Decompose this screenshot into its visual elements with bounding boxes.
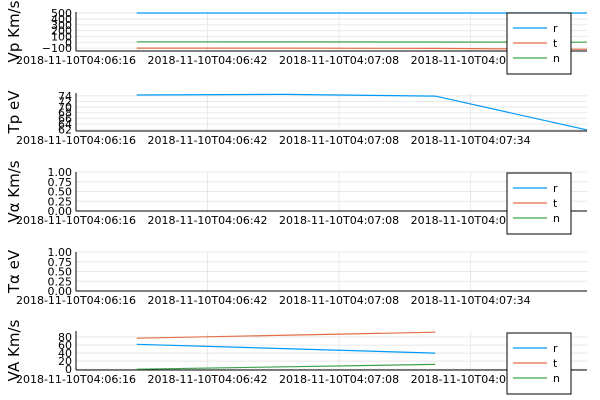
y-axis-title: Vp Km/s: [5, 0, 23, 62]
series-line-n: [136, 363, 436, 370]
legend: rtn: [506, 12, 572, 75]
y-tick-label: 80: [58, 331, 72, 344]
x-tick-label: 2018-11-10T04:06:16: [16, 373, 136, 386]
y-axis-title: Tp eV: [5, 90, 23, 135]
x-tick-label: 2018-11-10T04:06:16: [16, 54, 136, 67]
y-tick-label: 1.00: [48, 246, 73, 259]
legend-label-n: n: [553, 212, 560, 225]
y-axis-title: Tα eV: [5, 249, 23, 294]
x-tick-label: 2018-11-10T04:06:42: [148, 134, 268, 147]
y-tick-label: 500: [51, 7, 72, 20]
series-line-series-1: [136, 93, 588, 131]
y-axis-title: VA Km/s: [5, 319, 23, 381]
panel-4: 0.000.250.500.751.002018-11-10T04:06:16 2…: [5, 246, 587, 307]
x-tick-label: 2018-11-10T04:06:16: [16, 214, 136, 227]
legend-label-r: r: [553, 182, 558, 195]
series-line-r: [136, 343, 436, 354]
y-tick-label: 1.00: [48, 166, 73, 179]
multi-panel-time-series-figure: −10001002003004005002018-11-10T04:06:16 2…: [5, 0, 588, 395]
x-tick-label: 2018-11-10T04:06:16: [16, 294, 136, 307]
legend-label-n: n: [553, 52, 560, 65]
x-tick-label: 2018-11-10T04:07:08: [279, 294, 399, 307]
x-tick-label: 2018-11-10T04:06:42: [148, 54, 268, 67]
legend-label-t: t: [553, 357, 558, 370]
y-axis-title: Vα Km/s: [5, 160, 23, 222]
panel-3: 0.000.250.500.751.002018-11-10T04:06:16 2…: [5, 160, 587, 235]
x-tick-label: 2018-11-10T04:07:08: [279, 214, 399, 227]
legend-label-t: t: [553, 37, 558, 50]
x-tick-label: 2018-11-10T04:06:42: [148, 294, 268, 307]
grid: [75, 251, 587, 292]
x-tick-label: 2018-11-10T04:06:16: [16, 134, 136, 147]
legend-label-n: n: [553, 372, 560, 385]
y-tick-label: 74: [58, 90, 72, 103]
panel-1: −10001002003004005002018-11-10T04:06:16 2…: [5, 0, 588, 75]
legend-label-t: t: [553, 197, 558, 210]
legend: rtn: [506, 172, 572, 235]
x-tick-label: 2018-11-10T04:06:42: [148, 373, 268, 386]
grid: [75, 93, 587, 131]
x-tick-label: 2018-11-10T04:07:08: [279, 134, 399, 147]
panel-5: 0204060802018-11-10T04:06:16 2018-11-10T0…: [5, 319, 587, 395]
x-tick-label: 2018-11-10T04:07:08: [279, 54, 399, 67]
legend-label-r: r: [553, 22, 558, 35]
legend: rtn: [506, 332, 572, 395]
legend-label-r: r: [553, 342, 558, 355]
x-tick-label: 2018-11-10T04:07:34: [411, 134, 531, 147]
x-tick-label: 2018-11-10T04:07:34: [411, 294, 531, 307]
x-tick-label: 2018-11-10T04:06:42: [148, 214, 268, 227]
x-tick-label: 2018-11-10T04:07:08: [279, 373, 399, 386]
panel-2: 626466687072742018-11-10T04:06:16 2018-11…: [5, 90, 588, 147]
